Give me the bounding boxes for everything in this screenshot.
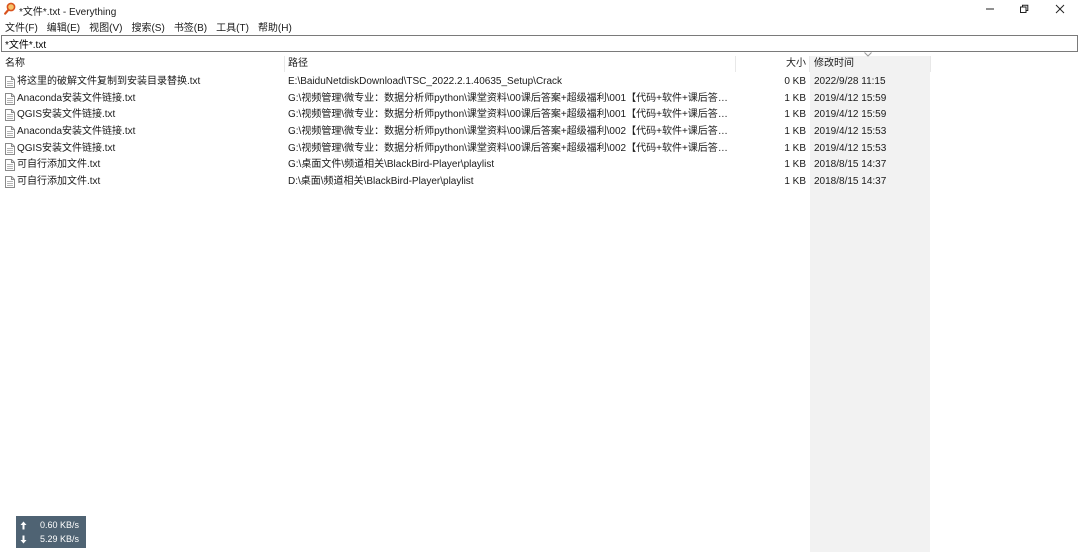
file-name: QGIS安装文件链接.txt bbox=[17, 109, 116, 121]
search-box bbox=[1, 35, 1078, 52]
column-divider[interactable] bbox=[809, 56, 810, 72]
menu-view[interactable]: 视图(V) bbox=[89, 19, 122, 34]
title-bar: *文件*.txt - Everything bbox=[0, 0, 1080, 18]
file-modified: 2018/8/15 14:37 bbox=[814, 159, 887, 171]
menu-bar: 文件(F) 编辑(E) 视图(V) 搜索(S) 书签(B) 工具(T) 帮助(H… bbox=[0, 18, 1080, 34]
column-divider[interactable] bbox=[930, 56, 931, 72]
file-modified: 2018/8/15 14:37 bbox=[814, 176, 887, 188]
file-size: 1 KB bbox=[784, 176, 806, 188]
menu-tools[interactable]: 工具(T) bbox=[216, 19, 249, 34]
download-speed: 5.29 KB/s bbox=[40, 534, 80, 544]
file-name: Anaconda安装文件链接.txt bbox=[17, 92, 136, 104]
table-row[interactable]: 可自行添加文件.txt D:\桌面\频道相关\BlackBird-Player\… bbox=[0, 174, 1080, 191]
results-list: 将这里的破解文件复制到安装目录替换.txt E:\BaiduNetdiskDow… bbox=[0, 74, 1080, 191]
menu-help[interactable]: 帮助(H) bbox=[258, 19, 292, 34]
file-size: 1 KB bbox=[784, 142, 806, 154]
menu-file[interactable]: 文件(F) bbox=[5, 19, 38, 34]
column-header: 名称 路径 大小 修改时间 bbox=[0, 56, 1080, 72]
file-name: Anaconda安装文件链接.txt bbox=[17, 126, 136, 138]
file-path: G:\视频管理\微专业：数据分析师python\课堂资料\00课后答案+超级福利… bbox=[288, 109, 733, 121]
table-row[interactable]: Anaconda安装文件链接.txt G:\视频管理\微专业：数据分析师pyth… bbox=[0, 124, 1080, 141]
column-divider[interactable] bbox=[735, 56, 736, 72]
file-size: 1 KB bbox=[784, 126, 806, 138]
column-path-header[interactable]: 路径 bbox=[288, 56, 308, 72]
table-row[interactable]: Anaconda安装文件链接.txt G:\视频管理\微专业：数据分析师pyth… bbox=[0, 91, 1080, 108]
file-name: 可自行添加文件.txt bbox=[17, 176, 101, 188]
file-modified: 2019/4/12 15:59 bbox=[814, 92, 887, 104]
magnifier-icon bbox=[4, 2, 16, 15]
arrow-down-icon bbox=[20, 535, 27, 543]
window-title: *文件*.txt - Everything bbox=[19, 7, 117, 18]
file-path: E:\BaiduNetdiskDownload\TSC_2022.2.1.406… bbox=[288, 76, 563, 87]
file-path: G:\桌面文件\频道相关\BlackBird-Player\playlist bbox=[288, 159, 495, 171]
text-file-icon bbox=[5, 92, 15, 105]
arrow-up-icon bbox=[20, 521, 27, 529]
restore-icon bbox=[1020, 4, 1029, 13]
text-file-icon bbox=[5, 142, 15, 155]
text-file-icon bbox=[5, 76, 15, 88]
table-row[interactable]: QGIS安装文件链接.txt G:\视频管理\微专业：数据分析师python\课… bbox=[0, 107, 1080, 124]
file-modified: 2019/4/12 15:53 bbox=[814, 142, 887, 154]
file-name: 将这里的破解文件复制到安装目录替换.txt bbox=[17, 76, 201, 87]
upload-speed: 0.60 KB/s bbox=[40, 520, 80, 530]
text-file-icon bbox=[5, 159, 15, 172]
search-input[interactable] bbox=[2, 36, 1077, 51]
file-size: 1 KB bbox=[784, 159, 806, 171]
menu-bookmarks[interactable]: 书签(B) bbox=[174, 19, 207, 34]
column-divider[interactable] bbox=[284, 56, 285, 72]
file-size: 1 KB bbox=[784, 109, 806, 121]
text-file-icon bbox=[5, 126, 15, 139]
file-size: 0 KB bbox=[784, 76, 806, 87]
column-name-header[interactable]: 名称 bbox=[5, 56, 25, 72]
file-name: QGIS安装文件链接.txt bbox=[17, 142, 116, 154]
file-modified: 2019/4/12 15:53 bbox=[814, 126, 887, 138]
menu-search[interactable]: 搜索(S) bbox=[131, 19, 164, 34]
close-icon bbox=[1055, 4, 1065, 14]
file-path: D:\桌面\频道相关\BlackBird-Player\playlist bbox=[288, 176, 474, 188]
text-file-icon bbox=[5, 109, 15, 122]
restore-button[interactable] bbox=[1006, 0, 1042, 18]
menu-edit[interactable]: 编辑(E) bbox=[47, 19, 80, 34]
column-modified-header[interactable]: 修改时间 bbox=[814, 56, 854, 72]
column-size-header[interactable]: 大小 bbox=[786, 56, 806, 72]
table-row[interactable]: QGIS安装文件链接.txt G:\视频管理\微专业：数据分析师python\课… bbox=[0, 141, 1080, 158]
text-file-icon bbox=[5, 176, 15, 189]
table-row[interactable]: 可自行添加文件.txt G:\桌面文件\频道相关\BlackBird-Playe… bbox=[0, 157, 1080, 174]
file-modified: 2019/4/12 15:59 bbox=[814, 109, 887, 121]
close-button[interactable] bbox=[1042, 0, 1078, 18]
minimize-icon bbox=[986, 8, 994, 10]
file-path: G:\视频管理\微专业：数据分析师python\课堂资料\00课后答案+超级福利… bbox=[288, 142, 733, 154]
file-path: G:\视频管理\微专业：数据分析师python\课堂资料\00课后答案+超级福利… bbox=[288, 126, 733, 138]
table-row[interactable]: 将这里的破解文件复制到安装目录替换.txt E:\BaiduNetdiskDow… bbox=[0, 74, 1080, 91]
file-name: 可自行添加文件.txt bbox=[17, 159, 101, 171]
network-speed-widget: 0.60 KB/s 5.29 KB/s bbox=[16, 516, 86, 548]
file-modified: 2022/9/28 11:15 bbox=[814, 76, 886, 87]
file-path: G:\视频管理\微专业：数据分析师python\课堂资料\00课后答案+超级福利… bbox=[288, 92, 733, 104]
file-size: 1 KB bbox=[784, 92, 806, 104]
minimize-button[interactable] bbox=[972, 0, 1008, 18]
